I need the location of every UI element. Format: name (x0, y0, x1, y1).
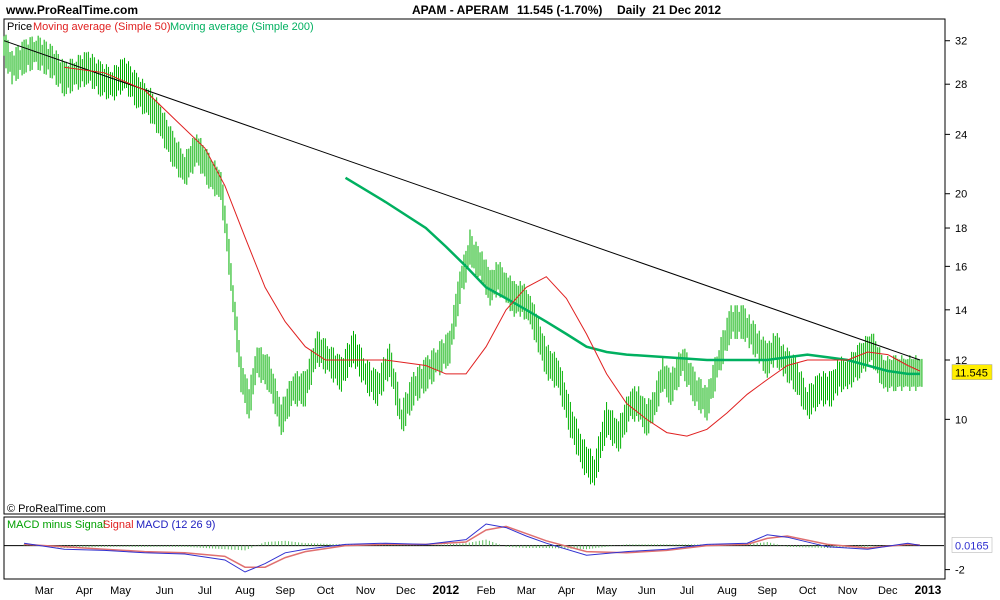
last-macd-label: 0.0165 (955, 540, 989, 552)
macd-line (24, 523, 920, 573)
x-tick-label: Nov (838, 585, 858, 597)
legend-price: Price (7, 21, 32, 33)
x-tick-label: Jul (198, 585, 212, 597)
macd-legend-signal: Signal (103, 519, 134, 531)
x-tick-label: Jun (156, 585, 174, 597)
price-chart[interactable]: Price Moving average (Simple 50) Moving … (0, 0, 1000, 600)
x-tick-label: Mar (35, 585, 54, 597)
x-tick-label: Dec (396, 585, 416, 597)
y-tick-label: 14 (955, 305, 967, 317)
y-tick-label: 32 (955, 36, 967, 48)
x-tick-label: Mar (517, 585, 536, 597)
x-tick-label: Nov (356, 585, 376, 597)
x-tick-label: Apr (558, 585, 575, 597)
ma200-line (344, 176, 920, 376)
x-tick-label: Dec (878, 585, 898, 597)
x-tick-label: Sep (757, 585, 777, 597)
x-tick-label: Feb (477, 585, 496, 597)
x-tick-label: Apr (76, 585, 93, 597)
ma50-line (64, 66, 921, 437)
x-tick-label: May (596, 585, 617, 597)
x-tick-label: Oct (799, 585, 816, 597)
x-tick-label: 2013 (915, 583, 942, 597)
x-tick-label: 2012 (433, 583, 460, 597)
macd-legend-macd: MACD (12 26 9) (136, 519, 215, 531)
signal-line (24, 525, 920, 568)
y-tick-label: 24 (955, 129, 967, 141)
y-tick-label: 10 (955, 414, 967, 426)
y-tick-label: 16 (955, 261, 967, 273)
x-tick-label: Oct (317, 585, 334, 597)
copyright: © ProRealTime.com (7, 503, 106, 515)
x-tick-label: Aug (717, 585, 737, 597)
macd-y-tick-label: -2 (955, 565, 965, 577)
legend-ma200: Moving average (Simple 200) (170, 21, 314, 33)
last-price-label: 11.545 (955, 368, 988, 380)
x-tick-label: Aug (235, 585, 255, 597)
x-tick-label: Sep (275, 585, 295, 597)
y-tick-label: 18 (955, 223, 967, 235)
x-tick-label: Jul (680, 585, 694, 597)
macd-legend-hist: MACD minus Signal (7, 519, 105, 531)
y-tick-label: 20 (955, 189, 967, 201)
x-tick-label: May (110, 585, 131, 597)
legend-ma50: Moving average (Simple 50) (33, 21, 171, 33)
y-tick-label: 28 (955, 79, 967, 91)
x-tick-label: Jun (638, 585, 656, 597)
